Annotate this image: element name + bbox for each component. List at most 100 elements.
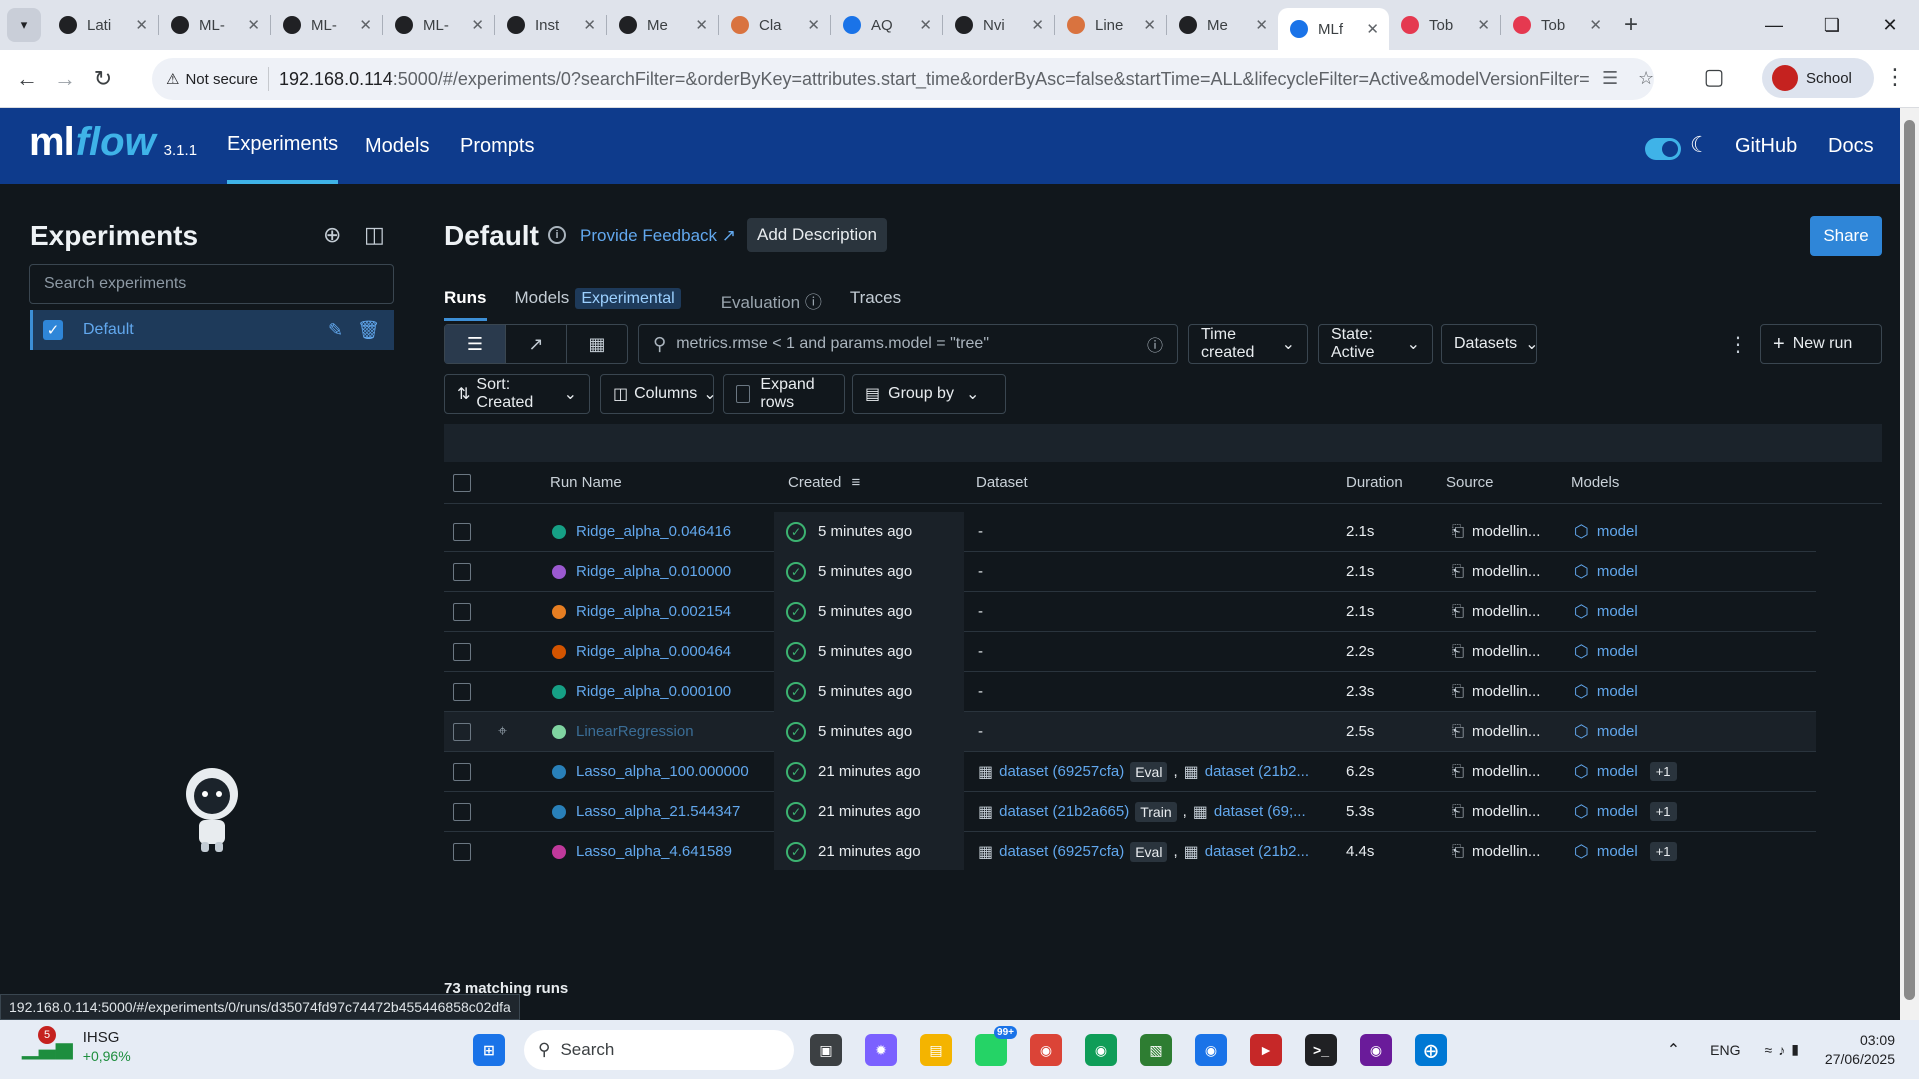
chevron-up-icon[interactable]: ⌃: [1667, 1040, 1680, 1060]
browser-tab[interactable]: Me ✕: [1167, 7, 1278, 43]
dark-mode-toggle[interactable]: [1645, 138, 1681, 160]
docs-link[interactable]: Docs: [1828, 108, 1874, 184]
language-indicator[interactable]: ENG: [1710, 1042, 1740, 1058]
browser-tab[interactable]: Me ✕: [607, 7, 718, 43]
row-checkbox[interactable]: [453, 642, 471, 661]
row-checkbox[interactable]: [453, 522, 471, 541]
more-models-badge[interactable]: +1: [1649, 842, 1677, 861]
table-row[interactable]: Ridge_alpha_0.010000 ✓ 5 minutes ago - 2.1s ⎗…: [444, 551, 1816, 592]
run-color-dot[interactable]: [552, 764, 566, 779]
experiment-search-input[interactable]: Search experiments: [29, 264, 394, 304]
browser-tab[interactable]: MLf ✕: [1278, 8, 1389, 50]
source-cell[interactable]: ⎗ modellin...: [1452, 803, 1540, 820]
model-link[interactable]: model: [1597, 763, 1638, 780]
run-name-link[interactable]: Lasso_alpha_4.641589: [576, 843, 732, 860]
tab-evaluation[interactable]: Evaluation ⓘ: [721, 288, 822, 321]
browser-tab[interactable]: ML- ✕: [383, 7, 494, 43]
profile-chip[interactable]: School: [1762, 58, 1874, 98]
run-name-link[interactable]: Lasso_alpha_21.544347: [576, 803, 740, 820]
page-scrollbar[interactable]: [1900, 108, 1919, 1020]
model-link[interactable]: model: [1597, 563, 1638, 580]
time-created-dropdown[interactable]: Time created ⌄: [1188, 324, 1308, 364]
browser-tab[interactable]: Cla ✕: [719, 7, 830, 43]
col-models[interactable]: Models: [1571, 474, 1619, 491]
copilot-icon[interactable]: ✹: [865, 1034, 897, 1066]
run-name-link[interactable]: Ridge_alpha_0.046416: [576, 523, 731, 540]
reload-button[interactable]: ↻: [84, 66, 122, 92]
model-link[interactable]: model: [1597, 523, 1638, 540]
close-tab-icon[interactable]: ✕: [471, 16, 484, 34]
info-icon[interactable]: ⓘ: [1147, 332, 1163, 356]
table-row[interactable]: Ridge_alpha_0.046416 ✓ 5 minutes ago - 2.1s ⎗…: [444, 511, 1816, 552]
run-name-link[interactable]: Ridge_alpha_0.010000: [576, 563, 731, 580]
chrome-profile-icon[interactable]: ◉: [1085, 1034, 1117, 1066]
run-color-dot[interactable]: [552, 564, 566, 579]
forward-button[interactable]: →: [46, 66, 84, 92]
sidebar-item-default[interactable]: ✓ Default ✎ 🗑: [30, 310, 394, 350]
omnibox[interactable]: ⚠ Not secure 192.168.0.114:5000/#/experim…: [152, 58, 1654, 100]
share-button[interactable]: Share: [1810, 216, 1882, 256]
tab-models[interactable]: Models Experimental: [515, 288, 681, 321]
close-tab-icon[interactable]: ✕: [359, 16, 372, 34]
source-cell[interactable]: ⎗ modellin...: [1452, 723, 1540, 740]
select-all-checkbox[interactable]: [453, 473, 471, 492]
close-tab-icon[interactable]: ✕: [695, 16, 708, 34]
run-color-dot[interactable]: [552, 604, 566, 619]
close-tab-icon[interactable]: ✕: [919, 16, 932, 34]
back-button[interactable]: ←: [8, 66, 46, 92]
table-row[interactable]: Lasso_alpha_4.641589 ✓ 21 minutes ago ▦ data…: [444, 831, 1816, 870]
not-secure-chip[interactable]: ⚠ Not secure: [166, 67, 269, 91]
models-cell[interactable]: ⬡ model: [1574, 522, 1638, 542]
whatsapp-icon[interactable]: 99+: [975, 1026, 1017, 1066]
models-cell[interactable]: ⬡ model +1: [1574, 762, 1677, 782]
models-cell[interactable]: ⬡ model: [1574, 722, 1638, 742]
new-tab-button[interactable]: +: [1624, 11, 1638, 39]
task-view-icon[interactable]: ▣: [810, 1034, 842, 1066]
artifact-view-icon[interactable]: ▦: [567, 325, 627, 363]
add-experiment-icon[interactable]: ⊕: [323, 222, 341, 248]
new-run-button[interactable]: + New run: [1760, 324, 1882, 364]
source-cell[interactable]: ⎗ modellin...: [1452, 563, 1540, 580]
app-icon[interactable]: ▧: [1140, 1034, 1172, 1066]
windows-start-icon[interactable]: ⊞: [473, 1034, 505, 1066]
dataset-link[interactable]: dataset (69;...: [1214, 803, 1306, 820]
col-created[interactable]: Created ≡: [788, 474, 860, 491]
row-checkbox[interactable]: [453, 842, 471, 861]
trash-icon[interactable]: 🗑: [357, 320, 380, 341]
state-dropdown[interactable]: State: Active ⌄: [1318, 324, 1433, 364]
group-by-dropdown[interactable]: ▤ Group by ⌄: [852, 374, 1006, 414]
media-app-icon[interactable]: ►: [1250, 1034, 1282, 1066]
provide-feedback-link[interactable]: Provide Feedback ↗: [580, 226, 736, 246]
browser-tab[interactable]: ML- ✕: [159, 7, 270, 43]
stock-widget[interactable]: ▁▃▅ 5 IHSG +0,96%: [22, 1026, 131, 1066]
run-color-dot[interactable]: [552, 524, 566, 539]
browser-menu-icon[interactable]: ⋮: [1876, 64, 1914, 90]
close-tab-icon[interactable]: ✕: [247, 16, 260, 34]
row-checkbox[interactable]: [453, 722, 471, 741]
browser-tab[interactable]: Tob ✕: [1389, 7, 1500, 43]
close-tab-icon[interactable]: ✕: [1366, 20, 1379, 38]
mlflow-logo[interactable]: ml flow 3.1.1: [29, 120, 197, 165]
pin-icon[interactable]: ⌖: [498, 723, 507, 741]
model-link[interactable]: model: [1597, 683, 1638, 700]
browser-tab[interactable]: Tob ✕: [1501, 7, 1612, 43]
wifi-icon[interactable]: ≈: [1765, 1042, 1773, 1058]
close-tab-icon[interactable]: ✕: [135, 16, 148, 34]
table-row[interactable]: Ridge_alpha_0.000464 ✓ 5 minutes ago - 2.2s ⎗…: [444, 631, 1816, 672]
run-name-link[interactable]: LinearRegression: [576, 723, 694, 740]
expand-rows-checkbox[interactable]: [736, 385, 751, 403]
page-scroll-thumb[interactable]: [1904, 120, 1915, 1000]
run-color-dot[interactable]: [552, 844, 566, 859]
source-cell[interactable]: ⎗ modellin...: [1452, 683, 1540, 700]
col-source[interactable]: Source: [1446, 474, 1494, 491]
col-run-name[interactable]: Run Name: [550, 474, 622, 491]
info-icon[interactable]: i: [548, 226, 566, 244]
close-tab-icon[interactable]: ✕: [1589, 16, 1602, 34]
vscode-icon[interactable]: ⨁: [1415, 1034, 1447, 1066]
models-cell[interactable]: ⬡ model: [1574, 642, 1638, 662]
collapse-sidebar-icon[interactable]: ◫: [364, 222, 385, 248]
battery-icon[interactable]: ▮: [1791, 1041, 1799, 1058]
models-cell[interactable]: ⬡ model: [1574, 682, 1638, 702]
more-models-badge[interactable]: +1: [1649, 802, 1677, 821]
dataset-link[interactable]: dataset (69257cfa): [999, 763, 1124, 780]
